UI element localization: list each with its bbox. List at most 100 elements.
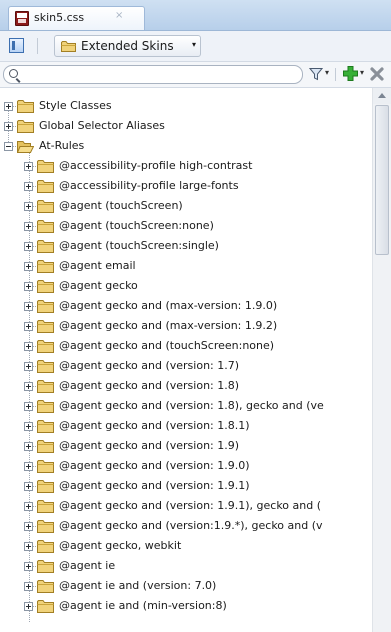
- tree-row[interactable]: @agent ie and (version: 7.0): [0, 576, 372, 596]
- tree-item-label: @agent gecko and (version: 1.8), gecko a…: [59, 399, 324, 412]
- tab-skin5-css[interactable]: skin5.css ×: [8, 6, 145, 30]
- expand-icon[interactable]: [4, 122, 13, 131]
- vertical-scrollbar[interactable]: [372, 88, 391, 632]
- expand-icon[interactable]: [24, 202, 33, 211]
- folder-icon: [37, 260, 54, 273]
- tree-row[interactable]: @agent gecko and (version: 1.9.1): [0, 476, 372, 496]
- tree-item-label: @agent gecko and (version: 1.8.1): [59, 419, 250, 432]
- tree-item-label: @agent ie and (min-version:8): [59, 599, 227, 612]
- expand-icon[interactable]: [24, 302, 33, 311]
- tree-row[interactable]: @agent ie: [0, 556, 372, 576]
- tree-item-label: @agent ie: [59, 559, 116, 572]
- tree-item-label: Global Selector Aliases: [39, 119, 165, 132]
- tree-item-label: @agent gecko and (version: 1.9.1), gecko…: [59, 499, 322, 512]
- tree-row[interactable]: @agent gecko and (version: 1.7): [0, 356, 372, 376]
- tree-item-label: At-Rules: [39, 139, 85, 152]
- scroll-up-arrow-icon[interactable]: [373, 88, 391, 104]
- tree-row[interactable]: @agent gecko: [0, 276, 372, 296]
- tree-row[interactable]: At-Rules: [0, 136, 372, 156]
- folder-icon: [37, 480, 54, 493]
- tree-row[interactable]: Global Selector Aliases: [0, 116, 372, 136]
- tree-item-label: @agent gecko and (version: 1.7): [59, 359, 240, 372]
- chevron-down-icon: ▾: [192, 40, 197, 49]
- tree-row[interactable]: @agent (touchScreen): [0, 196, 372, 216]
- tree-row[interactable]: @agent gecko and (version: 1.9.0): [0, 456, 372, 476]
- folder-icon: [37, 280, 54, 293]
- expand-icon[interactable]: [24, 482, 33, 491]
- folder-icon: [37, 240, 54, 253]
- add-dropdown-caret[interactable]: ▾: [360, 68, 364, 77]
- folder-icon: [37, 200, 54, 213]
- expand-icon[interactable]: [24, 242, 33, 251]
- collapse-icon[interactable]: [4, 142, 13, 151]
- folder-icon: [37, 540, 54, 553]
- folder-icon: [17, 120, 34, 133]
- search-input[interactable]: [3, 65, 303, 84]
- tree-row[interactable]: @agent (touchScreen:none): [0, 216, 372, 236]
- tree-row[interactable]: @agent gecko and (max-version: 1.9.2): [0, 316, 372, 336]
- tree-row[interactable]: @agent email: [0, 256, 372, 276]
- tree-row[interactable]: @agent gecko and (version:1.9.*), gecko …: [0, 516, 372, 536]
- expand-icon[interactable]: [24, 182, 33, 191]
- skin-toolbar: Extended Skins ▾: [0, 31, 391, 62]
- tree-row[interactable]: @agent gecko and (version: 1.9.1), gecko…: [0, 496, 372, 516]
- tree-row[interactable]: @agent gecko and (max-version: 1.9.0): [0, 296, 372, 316]
- folder-icon: [37, 360, 54, 373]
- folder-icon: [37, 180, 54, 193]
- expand-icon[interactable]: [24, 282, 33, 291]
- folder-open-icon: [17, 141, 34, 153]
- expand-icon[interactable]: [24, 422, 33, 431]
- folder-icon: [37, 420, 54, 433]
- tree-row[interactable]: @accessibility-profile large-fonts: [0, 176, 372, 196]
- expand-icon[interactable]: [24, 462, 33, 471]
- expand-icon[interactable]: [4, 102, 13, 111]
- editor-tab-strip: skin5.css ×: [0, 0, 391, 31]
- expand-icon[interactable]: [24, 342, 33, 351]
- tree-row[interactable]: Style Classes: [0, 96, 372, 116]
- tree-item-label: @agent gecko and (version: 1.8): [59, 379, 240, 392]
- delete-icon[interactable]: [369, 66, 385, 82]
- expand-icon[interactable]: [24, 522, 33, 531]
- expand-icon[interactable]: [24, 602, 33, 611]
- tree-row[interactable]: @agent ie and (min-version:8): [0, 596, 372, 616]
- tree-row[interactable]: @agent gecko and (version: 1.8.1): [0, 416, 372, 436]
- expand-icon[interactable]: [24, 502, 33, 511]
- tree-row[interactable]: @agent gecko and (version: 1.9): [0, 436, 372, 456]
- tree-item-label: @accessibility-profile high-contrast: [59, 159, 253, 172]
- expand-icon[interactable]: [24, 562, 33, 571]
- expand-icon[interactable]: [24, 542, 33, 551]
- tab-close-icon[interactable]: ×: [115, 10, 123, 21]
- folder-icon: [37, 460, 54, 473]
- expand-icon[interactable]: [24, 162, 33, 171]
- filter-icon[interactable]: [309, 67, 323, 81]
- expand-icon[interactable]: [24, 362, 33, 371]
- filter-dropdown-caret[interactable]: ▾: [325, 68, 329, 77]
- tree-row[interactable]: @agent gecko and (version: 1.8): [0, 376, 372, 396]
- css-file-icon: [15, 11, 29, 26]
- tree-item-label: @agent gecko and (version: 1.9.1): [59, 479, 250, 492]
- expand-icon[interactable]: [24, 222, 33, 231]
- tree-item-label: @agent gecko and (version: 1.9.0): [59, 459, 250, 472]
- folder-icon: [37, 580, 54, 593]
- tab-title: skin5.css: [34, 11, 85, 24]
- expand-icon[interactable]: [24, 382, 33, 391]
- tree-row[interactable]: @agent gecko, webkit: [0, 536, 372, 556]
- tree-row[interactable]: @agent gecko and (version: 1.8), gecko a…: [0, 396, 372, 416]
- tree-row[interactable]: @agent gecko and (touchScreen:none): [0, 336, 372, 356]
- expand-icon[interactable]: [24, 442, 33, 451]
- tree-item-label: @agent (touchScreen:single): [59, 239, 219, 252]
- add-icon[interactable]: [343, 66, 358, 81]
- expand-icon[interactable]: [24, 262, 33, 271]
- panel-toggle-icon[interactable]: [9, 38, 24, 53]
- expand-icon[interactable]: [24, 322, 33, 331]
- scrollbar-thumb[interactable]: [375, 105, 389, 255]
- toolbar-separator: [335, 68, 336, 81]
- folder-icon: [37, 440, 54, 453]
- expand-icon[interactable]: [24, 402, 33, 411]
- extended-skins-dropdown[interactable]: Extended Skins ▾: [54, 35, 201, 57]
- tree-item-label: @agent gecko, webkit: [59, 539, 182, 552]
- tree-row[interactable]: @agent (touchScreen:single): [0, 236, 372, 256]
- expand-icon[interactable]: [24, 582, 33, 591]
- tree-row[interactable]: @accessibility-profile high-contrast: [0, 156, 372, 176]
- folder-icon: [17, 100, 34, 113]
